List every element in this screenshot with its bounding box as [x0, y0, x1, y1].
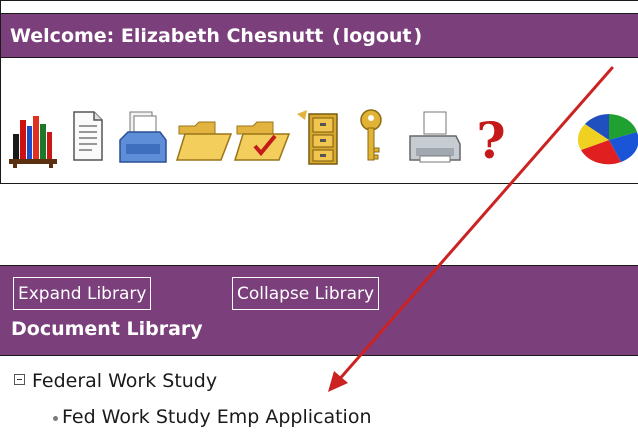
filing-cabinet-icon[interactable]: [293, 106, 343, 168]
inbox-tray-icon[interactable]: [114, 106, 172, 168]
key-icon[interactable]: [356, 106, 386, 168]
svg-text:?: ?: [476, 111, 505, 168]
bullet-icon: [53, 416, 58, 421]
open-folder-icon[interactable]: [175, 106, 233, 168]
tree-folder-label: Federal Work Study: [32, 370, 218, 392]
document-library-title: Document Library: [11, 318, 203, 340]
welcome-text: Welcome: Elizabeth Chesnutt: [10, 25, 324, 47]
collapse-library-button[interactable]: Collapse Library: [232, 277, 380, 310]
pie-chart-icon[interactable]: [573, 106, 638, 168]
collapse-minus-icon[interactable]: [14, 374, 25, 385]
library-panel: Expand Library Collapse Library Document…: [0, 265, 638, 356]
expand-library-button[interactable]: Expand Library: [13, 277, 152, 310]
welcome-bar: Welcome: Elizabeth Chesnutt (logout): [1, 13, 638, 58]
paren-close: ): [413, 25, 423, 47]
folder-check-icon[interactable]: [233, 106, 291, 168]
document-icon[interactable]: [68, 106, 108, 168]
paren-open: (: [332, 25, 341, 47]
top-panel: Welcome: Elizabeth Chesnutt (logout) ?: [0, 0, 638, 184]
toolbar: ?: [1, 106, 638, 170]
bookshelf-icon[interactable]: [7, 106, 59, 168]
help-icon[interactable]: ?: [471, 106, 511, 168]
logout-link[interactable]: logout: [343, 25, 412, 47]
tree-document-label: Fed Work Study Emp Application: [62, 406, 372, 428]
printer-icon[interactable]: [406, 106, 464, 168]
tree-folder-federal-work-study[interactable]: Federal Work Study: [14, 370, 217, 396]
tree-document-item[interactable]: Fed Work Study Emp Application: [53, 406, 372, 428]
